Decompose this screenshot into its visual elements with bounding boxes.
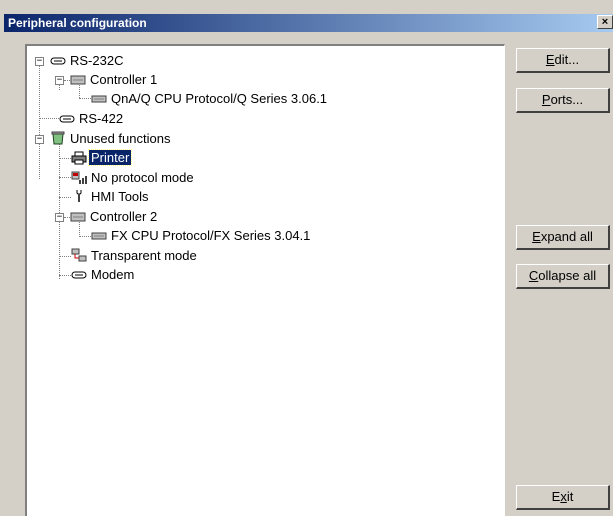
tree-node-printer[interactable]: Printer [71, 149, 133, 167]
tree-node-no-protocol-mode[interactable]: No protocol mode [71, 169, 196, 187]
tree-node-label: HMI Tools [91, 189, 149, 204]
title-bar[interactable]: Peripheral configuration × [4, 14, 613, 32]
tree-connector [59, 256, 71, 257]
button-mnemonic: E [545, 52, 555, 67]
button-text: it [566, 489, 574, 504]
tree-node-rs232c[interactable]: RS-232C [50, 52, 125, 70]
tree-node-label: RS-232C [70, 53, 124, 68]
tree-node-transparent-mode[interactable]: Transparent mode [71, 247, 199, 265]
serial-port-icon [59, 115, 75, 123]
tree-connector [39, 118, 59, 119]
protocol-icon [91, 95, 107, 103]
no-protocol-icon [71, 171, 87, 184]
button-text: dit... [554, 52, 580, 67]
protocol-icon [91, 232, 107, 240]
tree-node-label: Controller 2 [90, 209, 158, 224]
tree-connector [59, 177, 71, 178]
tree-node-controller-1[interactable]: Controller 1 [70, 71, 159, 89]
button-mnemonic: E [532, 229, 541, 244]
tree-connector [59, 158, 71, 159]
expand-collapse-toggle[interactable]: − [55, 76, 64, 85]
tree-node-rs422[interactable]: RS-422 [59, 110, 125, 128]
tree-connector [59, 275, 71, 276]
wrench-icon [76, 190, 82, 202]
tree-node-label: Unused functions [70, 131, 171, 146]
tree-node-label: No protocol mode [91, 170, 194, 185]
window-title: Peripheral configuration [8, 16, 147, 30]
tree-node-hmi-tools[interactable]: HMI Tools [71, 188, 151, 206]
peripheral-tree[interactable]: − RS-232C − Controller 1 QnA/Q CPU Proto… [25, 44, 505, 516]
button-mnemonic: P [541, 92, 551, 107]
tree-node-label: RS-422 [79, 111, 124, 126]
tree-connector [79, 236, 91, 237]
tree-connector [59, 197, 71, 198]
tree-connector [59, 139, 60, 279]
tree-node-label: Controller 1 [90, 72, 158, 87]
exit-button[interactable]: Exit [516, 485, 610, 510]
tree-node-label: Modem [91, 267, 135, 282]
expand-collapse-toggle[interactable]: − [55, 213, 64, 222]
controller-icon [70, 212, 86, 222]
expand-all-button[interactable]: Expand all [516, 225, 610, 250]
expand-collapse-toggle[interactable]: − [35, 57, 44, 66]
tree-node-label: FX CPU Protocol/FX Series 3.04.1 [111, 228, 311, 243]
close-button[interactable]: × [597, 15, 613, 29]
tree-node-label: Transparent mode [91, 248, 197, 263]
transparent-mode-icon [71, 248, 87, 262]
tree-node-label: QnA/Q CPU Protocol/Q Series 3.06.1 [111, 91, 328, 106]
tree-node-fx-protocol[interactable]: FX CPU Protocol/FX Series 3.04.1 [91, 227, 312, 245]
button-text: orts... [550, 92, 584, 107]
controller-icon [70, 75, 86, 85]
tree-node-controller-2[interactable]: Controller 2 [70, 208, 159, 226]
serial-port-icon [50, 57, 66, 65]
printer-icon [71, 151, 87, 165]
tree-node-modem[interactable]: Modem [71, 266, 136, 284]
modem-icon [71, 271, 87, 279]
button-text: ollapse all [538, 268, 597, 283]
recycle-bin-icon [51, 131, 65, 145]
expand-collapse-toggle[interactable]: − [35, 135, 44, 144]
button-text: xpand all [540, 229, 593, 244]
tree-connector [79, 98, 91, 99]
peripheral-configuration-window: Peripheral configuration × − RS-232C − C… [0, 0, 613, 516]
edit-button[interactable]: Edit... [516, 48, 610, 73]
ports-button[interactable]: Ports... [516, 88, 610, 113]
tree-node-qna-protocol[interactable]: QnA/Q CPU Protocol/Q Series 3.06.1 [91, 90, 329, 108]
tree-node-unused-functions[interactable]: Unused functions [50, 130, 172, 148]
button-mnemonic: C [528, 268, 539, 283]
tree-connector [39, 61, 40, 179]
collapse-all-button[interactable]: Collapse all [516, 264, 610, 289]
tree-node-label: Printer [87, 149, 133, 166]
